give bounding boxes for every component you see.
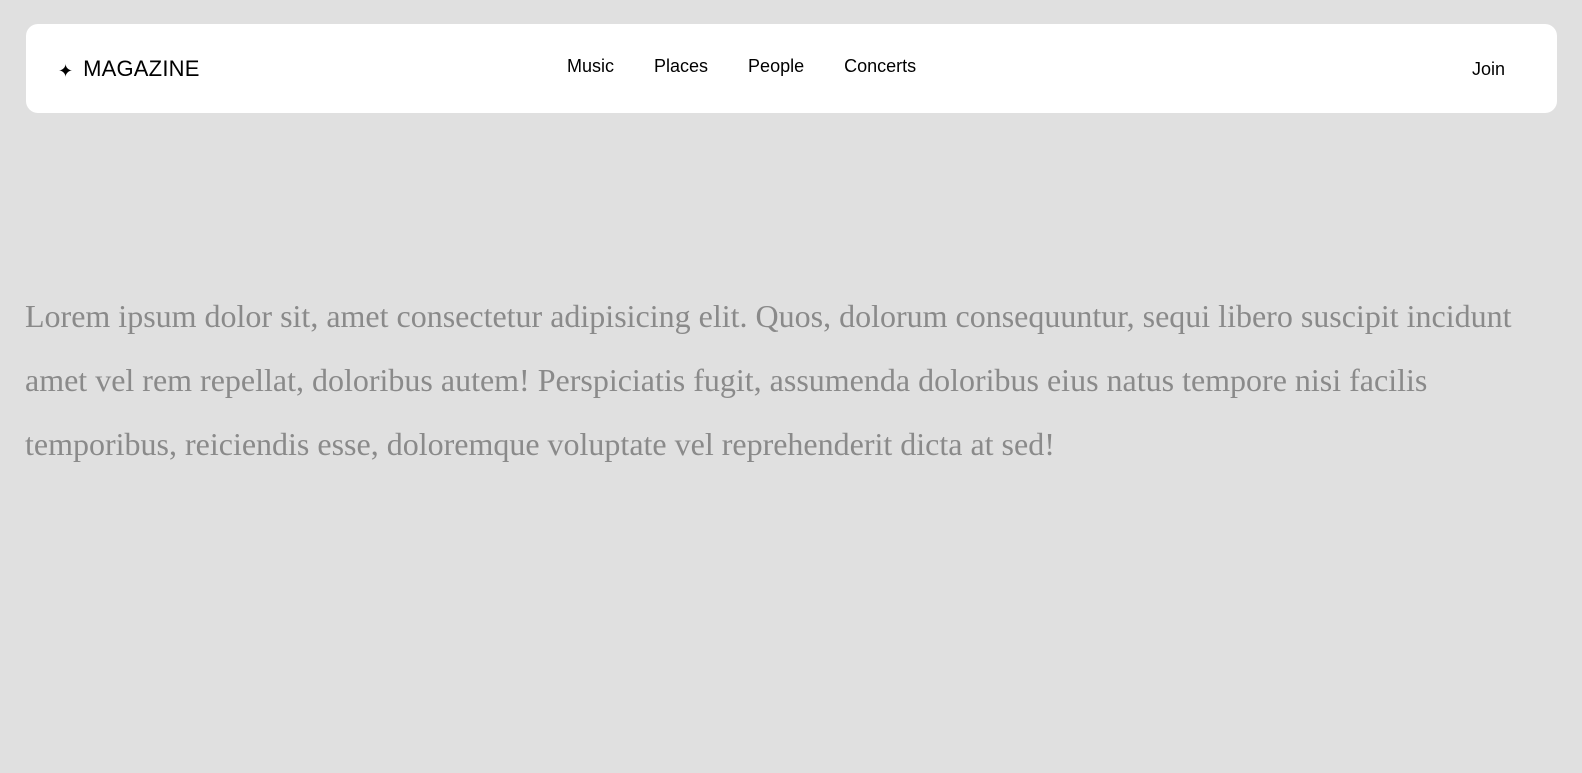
nav-link-places[interactable]: Places [654, 56, 708, 77]
top-navbar: ✦ MAGAZINE Music Places People Concerts … [26, 24, 1557, 113]
brand-logo[interactable]: ✦ MAGAZINE [58, 24, 200, 113]
intro-paragraph: Lorem ipsum dolor sit, amet consectetur … [25, 298, 1512, 462]
nav-link-music[interactable]: Music [567, 56, 614, 77]
join-button[interactable]: Join [1472, 24, 1505, 113]
nav-link-people[interactable]: People [748, 56, 804, 77]
main-nav: Music Places People Concerts [567, 24, 916, 109]
brand-name: MAGAZINE [83, 55, 200, 81]
sparkle-icon: ✦ [58, 60, 74, 82]
nav-link-concerts[interactable]: Concerts [844, 56, 916, 77]
